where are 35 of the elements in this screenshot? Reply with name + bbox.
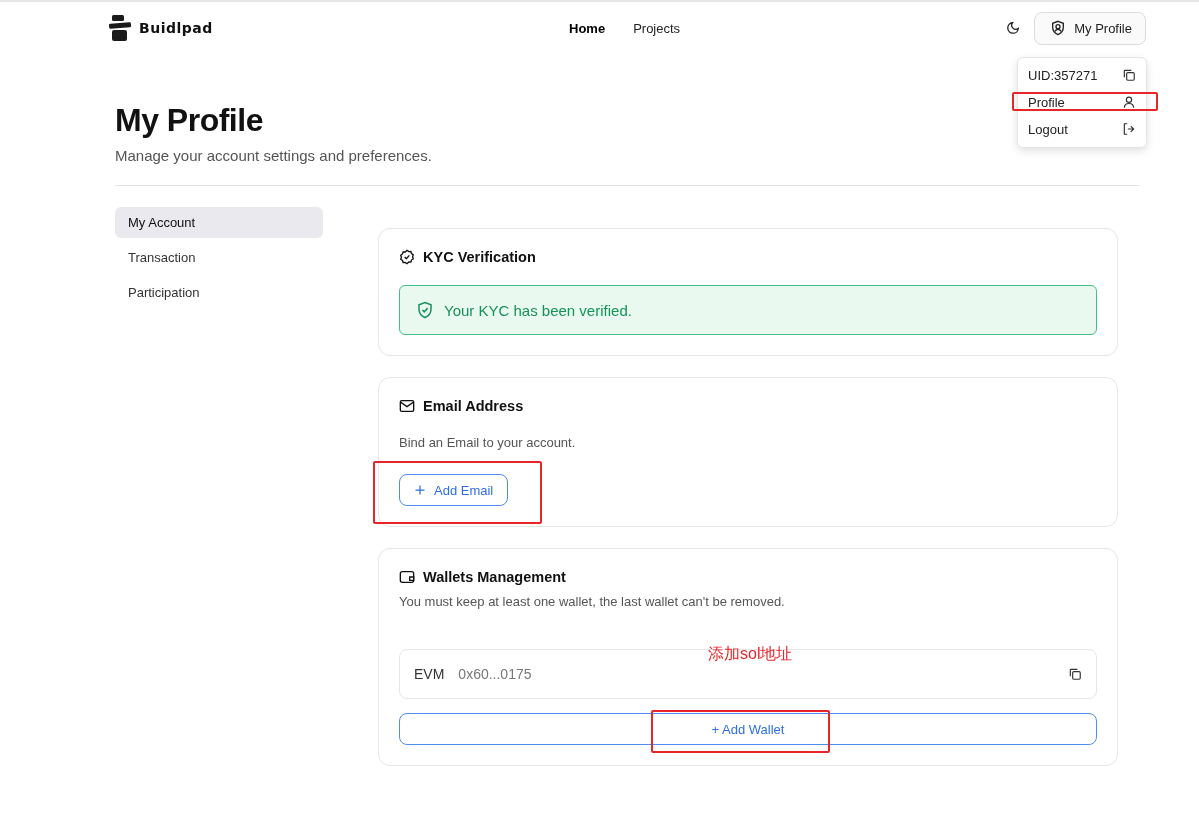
wallet-chain: EVM — [414, 666, 445, 682]
menu-item[interactable]: Logout — [1018, 115, 1146, 143]
sidebar-item[interactable]: Participation — [115, 277, 323, 308]
wallets-description: You must keep at least one wallet, the last wallet can't be removed. — [399, 594, 786, 609]
card-title: KYC Verification — [423, 249, 536, 265]
moon-icon[interactable] — [1006, 21, 1021, 35]
copy-icon[interactable] — [1068, 667, 1082, 681]
shield-check-icon — [416, 301, 434, 319]
add-wallet-button[interactable]: + Add Wallet — [399, 713, 1097, 745]
profile-button[interactable]: My Profile — [1034, 11, 1146, 45]
card-title: Wallets Management — [423, 569, 566, 585]
menu-item[interactable]: UID:357271 — [1018, 61, 1146, 89]
logout-icon — [1122, 122, 1136, 136]
page-subtitle: Manage your account settings and preferences. — [115, 147, 433, 164]
email-description: Bind an Email to your account. — [399, 435, 577, 450]
add-email-button[interactable]: Add Email — [399, 474, 509, 506]
menu-item[interactable]: Profile — [1018, 88, 1146, 116]
logo-text[interactable]: Buidlpad — [139, 20, 213, 36]
kyc-status-text: Your KYC has been verified. — [444, 301, 632, 319]
user-icon — [1122, 95, 1136, 109]
card-title: Email Address — [423, 398, 524, 414]
logo-icon — [109, 15, 133, 41]
check-badge-icon — [399, 249, 415, 265]
mail-icon — [399, 398, 415, 414]
copy-icon — [1122, 68, 1136, 82]
wallet-address: 0x60...0175 — [458, 666, 532, 682]
page-title: My Profile — [115, 102, 263, 139]
annotation-note: 添加sol地址 — [708, 644, 793, 664]
wallet-icon — [399, 569, 415, 585]
nav-link[interactable]: Home — [569, 20, 606, 36]
nav-link[interactable]: Projects — [633, 20, 681, 36]
shield-user-icon — [1050, 20, 1067, 36]
sidebar-item[interactable]: Transaction — [115, 242, 323, 273]
sidebar-item[interactable]: My Account — [115, 207, 323, 238]
plus-icon — [414, 484, 426, 496]
